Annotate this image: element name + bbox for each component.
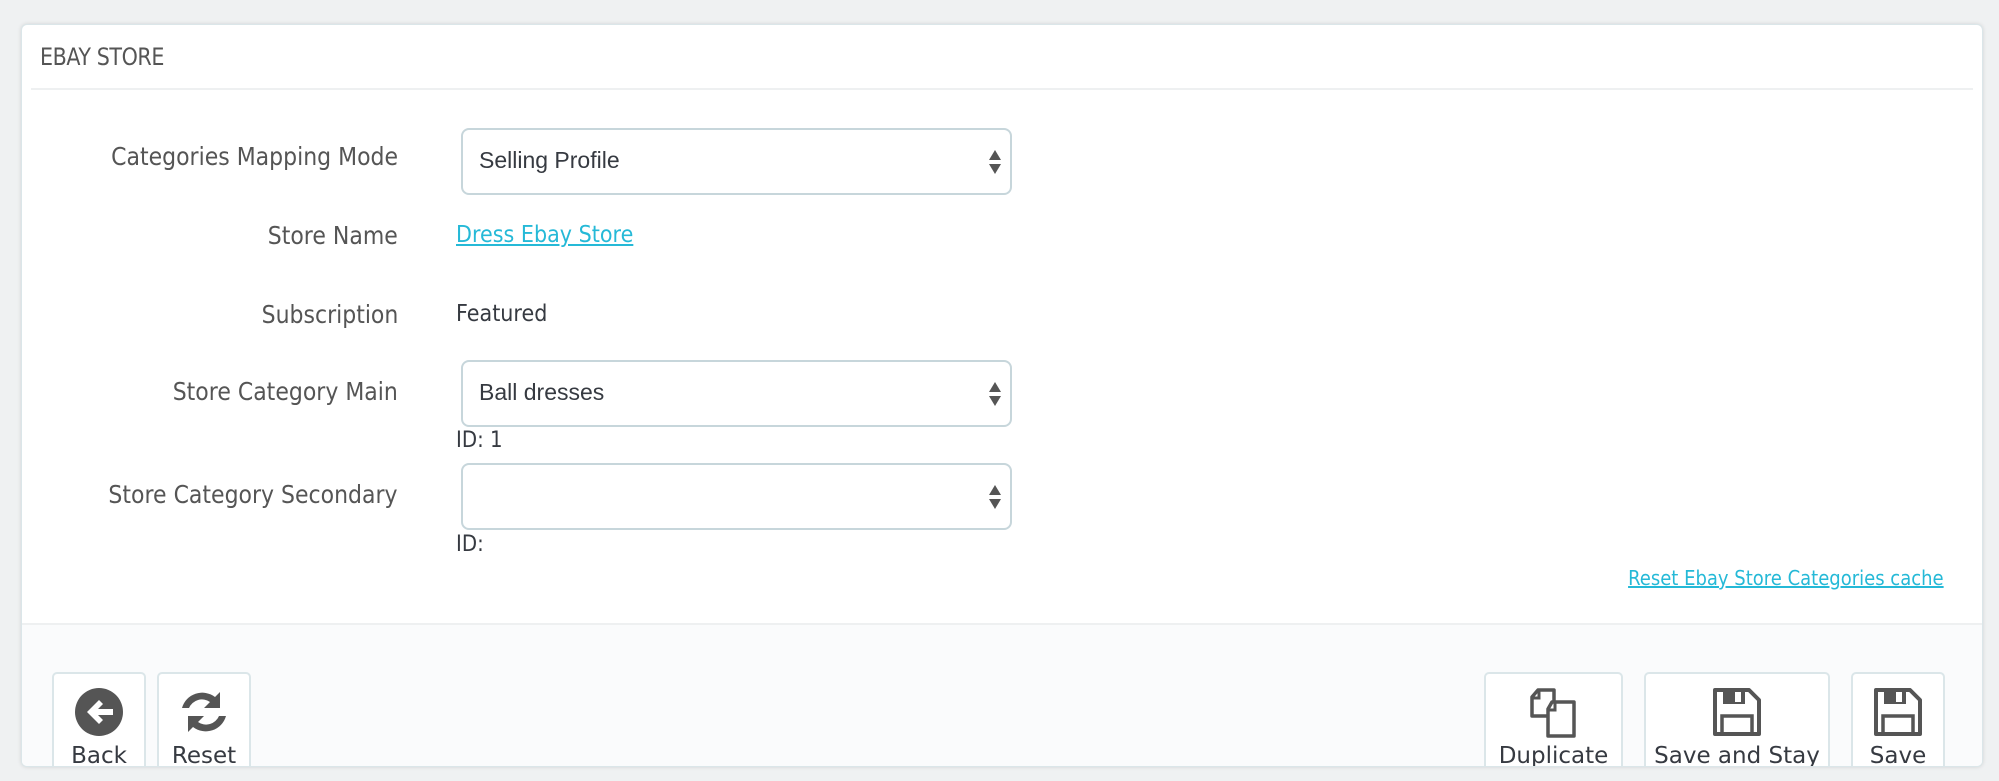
select-arrows-icon (989, 483, 1001, 511)
copy-icon (1529, 688, 1576, 738)
floppy-disk-icon (1713, 688, 1761, 736)
floppy-disk-icon (1874, 688, 1922, 736)
category-secondary-select[interactable] (461, 463, 1012, 530)
save-label: Save (1869, 743, 1927, 767)
mapping-mode-label: Categories Mapping Mode (111, 142, 398, 171)
panel-title: EBAY STORE (40, 43, 164, 71)
category-secondary-label: Store Category Secondary (108, 480, 398, 509)
save-button[interactable]: Save (1851, 672, 1945, 767)
ebay-store-panel: EBAY STORE Categories Mapping Mode Selli… (21, 24, 1983, 767)
select-arrows-icon (989, 148, 1001, 176)
category-main-selected: Ball dresses (479, 379, 605, 405)
mapping-mode-select[interactable]: Selling Profile (461, 128, 1012, 195)
arrow-circle-left-icon (75, 688, 123, 736)
store-name-label: Store Name (267, 221, 398, 250)
category-secondary-id: ID: (456, 532, 484, 557)
back-label: Back (71, 743, 127, 767)
duplicate-button[interactable]: Duplicate (1484, 672, 1623, 767)
save-and-stay-label: Save and Stay (1654, 743, 1820, 767)
reset-categories-cache-link[interactable]: Reset Ebay Store Categories cache (1628, 566, 1944, 590)
back-button[interactable]: Back (52, 672, 146, 767)
select-arrows-icon (989, 380, 1001, 408)
panel-header: EBAY STORE (31, 25, 1973, 90)
category-main-select[interactable]: Ball dresses (461, 360, 1012, 427)
reset-button[interactable]: Reset (157, 672, 251, 767)
duplicate-label: Duplicate (1498, 743, 1609, 767)
refresh-icon (182, 692, 226, 732)
store-name-link[interactable]: Dress Ebay Store (456, 222, 633, 248)
subscription-value: Featured (456, 301, 548, 327)
mapping-mode-selected: Selling Profile (479, 147, 620, 173)
subscription-label: Subscription (261, 300, 398, 329)
category-main-label: Store Category Main (172, 377, 398, 406)
reset-label: Reset (171, 743, 237, 767)
save-and-stay-button[interactable]: Save and Stay (1644, 672, 1830, 767)
panel-footer: Back Reset Duplicate Save and Stay Save (22, 623, 1982, 766)
category-main-id: ID: 1 (456, 428, 503, 453)
